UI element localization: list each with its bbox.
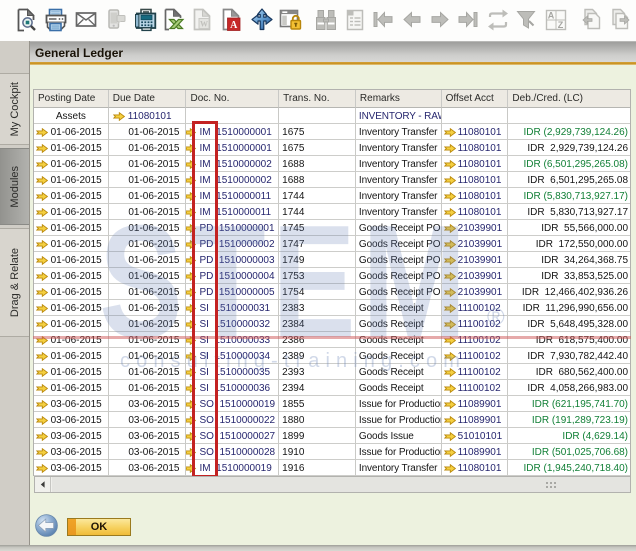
svg-text:A: A (230, 20, 238, 31)
svg-text:A: A (548, 11, 555, 21)
svg-text:W: W (200, 20, 208, 29)
svg-text:Z: Z (558, 20, 564, 30)
